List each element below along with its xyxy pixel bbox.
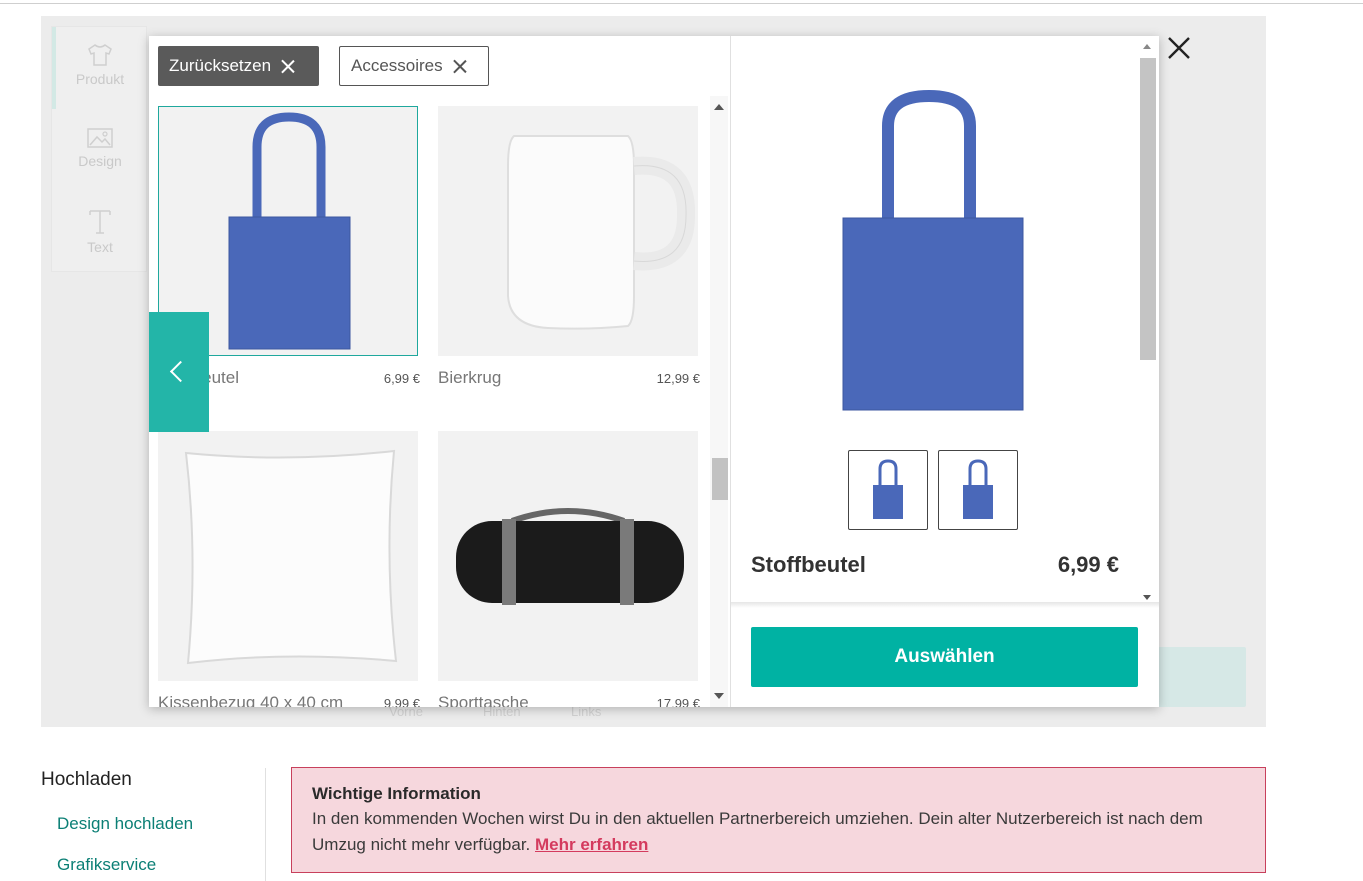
product-card-bierkrug[interactable]: Bierkrug 12,99 € <box>438 106 700 388</box>
product-thumb <box>158 431 418 681</box>
upload-section-title: Hochladen <box>41 769 132 790</box>
important-notice: Wichtige Information In den kommenden Wo… <box>291 767 1266 873</box>
upload-design-link[interactable]: Design hochladen <box>57 814 193 834</box>
product-picker-modal: Zurücksetzen Accessoires Stoffbeutel 6,9… <box>149 36 1159 707</box>
top-divider <box>0 3 1363 4</box>
tool-product[interactable]: Produkt <box>52 43 148 87</box>
tote-bag-image <box>873 459 903 519</box>
product-detail-pane: Stoffbeutel 6,99 € Auswählen <box>730 36 1159 707</box>
footer-divider <box>731 602 1159 608</box>
product-name: Bierkrug <box>438 368 502 387</box>
product-name: Kissenbezug 40 x 40 cm <box>158 693 344 707</box>
product-price: 9,99 € <box>383 696 420 707</box>
scroll-up-icon[interactable] <box>714 104 724 110</box>
product-list-pane: Zurücksetzen Accessoires Stoffbeutel 6,9… <box>149 36 730 707</box>
close-icon <box>453 59 467 73</box>
variant-back[interactable] <box>938 450 1018 530</box>
tool-design[interactable]: Design <box>52 127 148 169</box>
notice-text: In den kommenden Wochen wirst Du in den … <box>312 809 1203 854</box>
sports-bag-image <box>456 508 684 605</box>
tool-text[interactable]: Text <box>52 207 148 255</box>
scroll-up-icon[interactable] <box>1143 44 1151 49</box>
graphic-service-link[interactable]: Grafikservice <box>57 855 156 875</box>
chevron-left-button[interactable] <box>149 312 209 432</box>
scroll-down-icon[interactable] <box>714 693 724 699</box>
notice-text-block: In den kommenden Wochen wirst Du in den … <box>312 806 1245 858</box>
background-button <box>1158 647 1246 707</box>
tool-design-label: Design <box>78 153 122 169</box>
product-grid: Stoffbeutel 6,99 € Bierkrug 12,99 € <box>149 96 709 707</box>
tote-bag-image <box>963 459 993 519</box>
sidebar-divider <box>265 768 266 881</box>
reset-filters-chip[interactable]: Zurücksetzen <box>158 46 319 86</box>
tool-product-label: Produkt <box>75 71 125 87</box>
product-price: 6,99 € <box>383 371 420 386</box>
select-button[interactable]: Auswählen <box>751 627 1138 687</box>
product-price: 17,99 € <box>656 696 700 707</box>
variant-front[interactable] <box>848 450 928 530</box>
product-thumb <box>438 431 698 681</box>
product-card-sporttasche[interactable]: Sporttasche 17,99 € <box>438 431 700 707</box>
variant-thumbnails <box>848 450 1018 530</box>
learn-more-link[interactable]: Mehr erfahren <box>535 835 648 854</box>
scrollbar-thumb[interactable] <box>1140 58 1156 360</box>
detail-title: Stoffbeutel <box>751 552 866 577</box>
detail-price: 6,99 € <box>1057 552 1119 577</box>
pillow-image <box>184 449 398 665</box>
active-filter-label: Accessoires <box>351 56 443 75</box>
product-list-scrollbar[interactable] <box>710 96 728 707</box>
image-icon <box>87 128 113 148</box>
product-card-kissenbezug[interactable]: Kissenbezug 40 x 40 cm 9,99 € <box>158 431 420 707</box>
notice-title: Wichtige Information <box>312 784 481 803</box>
beer-mug-image <box>507 135 696 330</box>
active-filter-chip[interactable]: Accessoires <box>339 46 489 86</box>
tool-rail: Produkt Design Text <box>51 26 147 272</box>
detail-scrollbar[interactable] <box>1139 36 1157 602</box>
text-icon <box>89 210 111 234</box>
close-icon <box>281 59 295 73</box>
product-price: 12,99 € <box>656 371 700 386</box>
tshirt-icon <box>88 44 112 66</box>
reset-filters-label: Zurücksetzen <box>169 56 272 75</box>
detail-product-image <box>842 89 1024 411</box>
product-thumb <box>438 106 698 356</box>
tool-text-label: Text <box>87 239 113 255</box>
product-name: Sporttasche <box>438 693 529 707</box>
scrollbar-thumb[interactable] <box>712 458 728 500</box>
scroll-down-icon[interactable] <box>1143 595 1151 600</box>
close-icon[interactable] <box>1165 34 1193 62</box>
